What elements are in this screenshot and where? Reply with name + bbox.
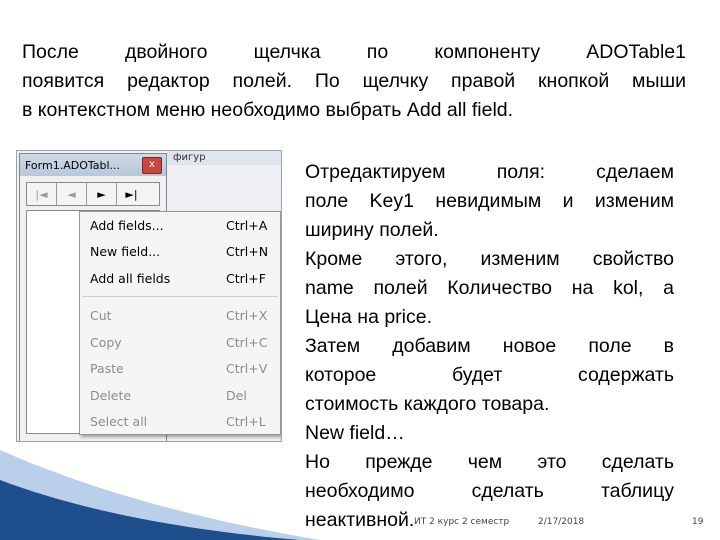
- menu-item-label: Delete: [90, 387, 132, 403]
- menu-item-shortcut: Ctrl+F: [226, 270, 266, 286]
- explanation-line: Затем добавим новое поле в: [305, 335, 674, 357]
- menu-item-shortcut: Ctrl+V: [226, 361, 268, 377]
- menu-item-shortcut: Ctrl+L: [226, 414, 266, 430]
- first-record-button[interactable]: |◄: [27, 183, 57, 205]
- menu-item-shortcut: Ctrl+N: [226, 244, 269, 260]
- prior-record-button[interactable]: ◄: [57, 183, 87, 205]
- explanation-line: Цена на price.: [305, 306, 433, 328]
- menu-item-label: Select all: [90, 414, 148, 430]
- explanation-line: стоимость каждого товара.: [305, 393, 550, 415]
- menu-item-delete[interactable]: Delete Del: [80, 382, 280, 409]
- editor-title: Form1.ADOTabl...: [25, 158, 121, 172]
- footer-course: ИТ 2 курс 2 семестр: [414, 517, 510, 527]
- menu-item-add-all-fields[interactable]: Add all fields Ctrl+F: [80, 265, 280, 292]
- data-navigator: |◄ ◄ ► ►|: [26, 182, 160, 206]
- menu-item-shortcut: Del: [226, 387, 247, 403]
- menu-item-label: Add all fields: [90, 270, 171, 286]
- menu-item-paste[interactable]: Paste Ctrl+V: [80, 356, 280, 383]
- context-menu: Add fields... Ctrl+A New field... Ctrl+N…: [79, 211, 281, 435]
- menu-item-label: Add fields...: [90, 217, 164, 233]
- menu-item-shortcut: Ctrl+A: [226, 217, 268, 233]
- intro-line-1: После двойного щелчка по компоненту ADOT…: [22, 41, 686, 63]
- footer-page-number: 19: [692, 517, 704, 527]
- explanation-line: name полей Количество на kol, а: [305, 277, 674, 299]
- menu-item-add-fields[interactable]: Add fields... Ctrl+A: [80, 212, 280, 239]
- editor-title-bar[interactable]: Form1.ADOTabl... x: [20, 154, 166, 176]
- explanation-line: Но прежде чем это сделать: [305, 451, 674, 473]
- decorative-swoosh: [0, 450, 320, 540]
- background-window-title: фигур: [167, 151, 281, 165]
- menu-item-new-field[interactable]: New field... Ctrl+N: [80, 239, 280, 266]
- footer-date: 2/17/2018: [538, 517, 585, 527]
- fields-editor-screenshot: фигур Form1.ADOTabl... x |◄ ◄ ► ►| Add f…: [16, 150, 282, 442]
- intro-line-2: появится редактор полей. По щелчку право…: [22, 70, 686, 92]
- explanation-line: ширину полей.: [305, 219, 439, 241]
- menu-item-copy[interactable]: Copy Ctrl+C: [80, 329, 280, 356]
- explanation-line: New field…: [305, 422, 405, 444]
- menu-separator: [82, 295, 278, 297]
- menu-item-label: Copy: [90, 334, 122, 350]
- explanation-line: которое будет содержать: [305, 364, 674, 386]
- last-record-button[interactable]: ►|: [117, 183, 146, 205]
- menu-item-label: Paste: [90, 361, 124, 377]
- explanation-line: Отредактируем поля: сделаем: [305, 161, 674, 183]
- intro-line-3: в контекстном меню необходимо выбрать Ad…: [22, 99, 514, 121]
- explanation-paragraph: Отредактируем поля: сделаем поле Key1 не…: [305, 158, 674, 535]
- next-record-button[interactable]: ►: [87, 183, 117, 205]
- menu-item-shortcut: Ctrl+C: [226, 334, 268, 350]
- explanation-line: Кроме этого, изменим свойство: [305, 248, 674, 270]
- menu-item-cut[interactable]: Cut Ctrl+X: [80, 303, 280, 330]
- explanation-line: поле Key1 невидимым и изменим: [305, 190, 674, 212]
- close-button[interactable]: x: [142, 156, 162, 174]
- explanation-line: необходимо сделать таблицу: [305, 480, 674, 502]
- menu-item-label: New field...: [90, 244, 161, 260]
- intro-paragraph: После двойного щелчка по компоненту ADOT…: [22, 38, 686, 125]
- menu-item-label: Cut: [90, 308, 112, 324]
- menu-item-shortcut: Ctrl+X: [226, 308, 268, 324]
